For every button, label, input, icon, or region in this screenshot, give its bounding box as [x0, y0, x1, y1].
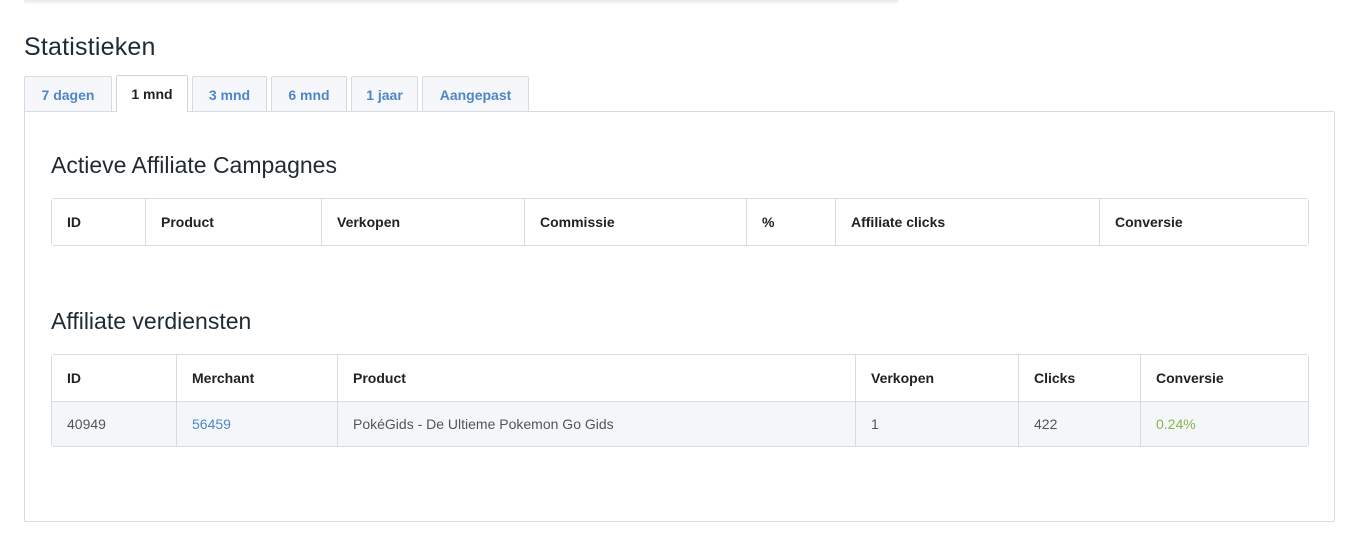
col-commissie: Commissie: [525, 199, 747, 245]
col-id: ID: [52, 199, 146, 245]
col-verkopen: Verkopen: [856, 355, 1019, 401]
earnings-table: ID Merchant Product Verkopen Clicks Conv…: [51, 354, 1309, 447]
tab-7-dagen[interactable]: 7 dagen: [24, 76, 112, 112]
earnings-title: Affiliate verdiensten: [51, 308, 252, 334]
col-percent: %: [747, 199, 836, 245]
col-product: Product: [146, 199, 322, 245]
tab-3-mnd[interactable]: 3 mnd: [192, 76, 267, 112]
table-row: 40949 56459 PokéGids - De Ultieme Pokemo…: [52, 401, 1308, 446]
campaigns-table: ID Product Verkopen Commissie % Affiliat…: [51, 198, 1309, 246]
cell-conversie: 0.24%: [1141, 401, 1308, 446]
merchant-link[interactable]: 56459: [177, 401, 338, 446]
col-verkopen: Verkopen: [322, 199, 525, 245]
col-product: Product: [338, 355, 856, 401]
top-divider: [24, 0, 898, 2]
tab-6-mnd[interactable]: 6 mnd: [271, 76, 347, 112]
col-affiliate-clicks: Affiliate clicks: [836, 199, 1100, 245]
cell-product: PokéGids - De Ultieme Pokemon Go Gids: [338, 401, 856, 446]
campaigns-title: Actieve Affiliate Campagnes: [51, 152, 337, 178]
col-merchant: Merchant: [177, 355, 338, 401]
table-header-row: ID Merchant Product Verkopen Clicks Conv…: [52, 355, 1308, 401]
col-id: ID: [52, 355, 177, 401]
col-conversie: Conversie: [1141, 355, 1308, 401]
cell-clicks: 422: [1019, 401, 1141, 446]
cell-verkopen: 1: [856, 401, 1019, 446]
page-title: Statistieken: [24, 33, 156, 61]
cell-id: 40949: [52, 401, 177, 446]
statistics-panel: Actieve Affiliate Campagnes ID Product V…: [24, 111, 1335, 522]
tab-1-mnd[interactable]: 1 mnd: [116, 75, 188, 112]
period-tabs: 7 dagen 1 mnd 3 mnd 6 mnd 1 jaar Aangepa…: [24, 75, 533, 112]
tab-aangepast[interactable]: Aangepast: [422, 76, 529, 112]
col-clicks: Clicks: [1019, 355, 1141, 401]
table-header-row: ID Product Verkopen Commissie % Affiliat…: [52, 199, 1308, 245]
tab-1-jaar[interactable]: 1 jaar: [351, 76, 418, 112]
col-conversie: Conversie: [1100, 199, 1308, 245]
